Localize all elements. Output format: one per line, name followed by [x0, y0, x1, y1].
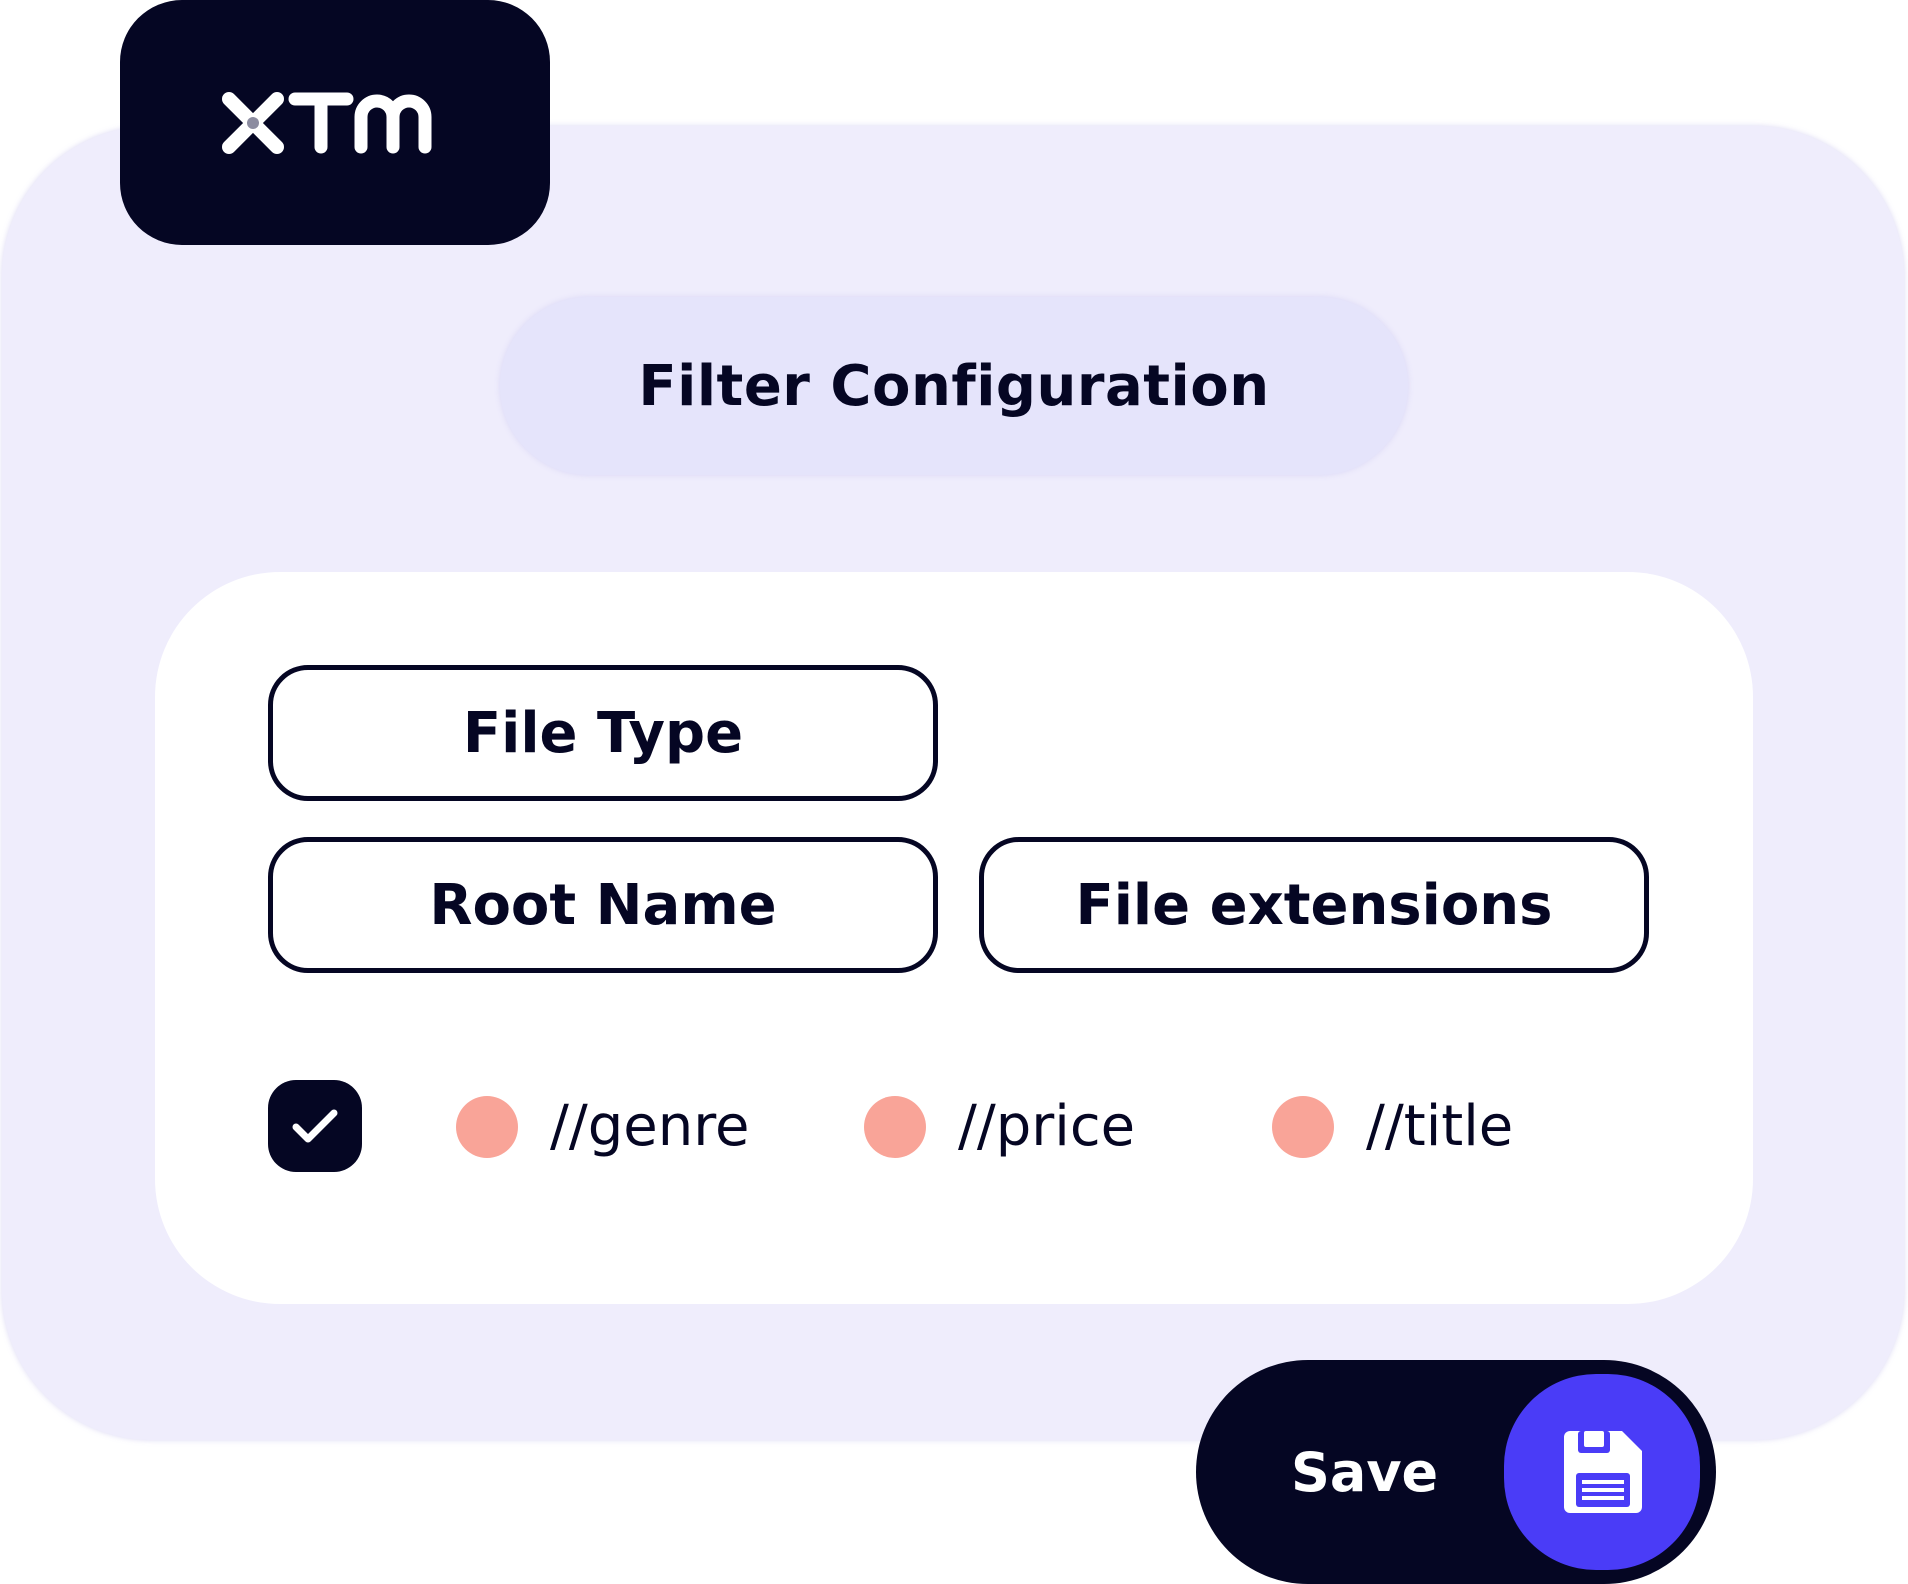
stage: Filter Configuration File Type Root Name… [0, 0, 1908, 1584]
token-label: //title [1366, 1094, 1514, 1159]
token-label: //genre [550, 1094, 750, 1159]
select-checkbox[interactable] [268, 1080, 362, 1172]
page-title: Filter Configuration [638, 353, 1270, 419]
file-type-button[interactable]: File Type [268, 665, 938, 801]
file-type-label: File Type [462, 700, 744, 766]
save-button[interactable]: Save [1196, 1360, 1716, 1584]
token-label: //price [958, 1094, 1136, 1159]
token-dot [864, 1096, 926, 1158]
file-extensions-label: File extensions [1075, 872, 1553, 938]
filter-configuration-header: Filter Configuration [500, 297, 1408, 475]
root-name-button[interactable]: Root Name [268, 837, 938, 973]
floppy-disk-icon [1564, 1431, 1642, 1513]
xtm-logo-icon [222, 91, 432, 154]
file-extensions-button[interactable]: File extensions [979, 837, 1649, 973]
xpath-token-price[interactable]: //price [864, 1095, 1135, 1159]
check-icon [292, 1109, 338, 1143]
root-name-label: Root Name [429, 872, 777, 938]
token-dot [1272, 1096, 1334, 1158]
xpath-token-genre[interactable]: //genre [456, 1095, 749, 1159]
xtm-logo [120, 0, 550, 245]
save-icon-button[interactable] [1504, 1374, 1700, 1570]
save-label: Save [1291, 1440, 1439, 1504]
token-dot [456, 1096, 518, 1158]
xpath-token-title[interactable]: //title [1272, 1095, 1513, 1159]
